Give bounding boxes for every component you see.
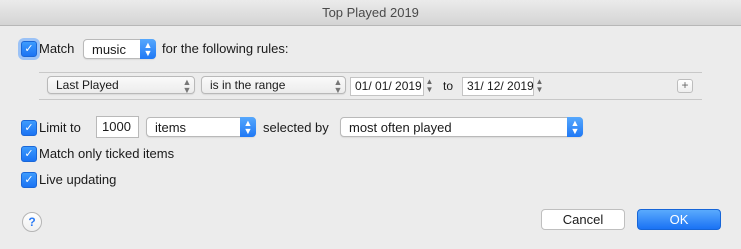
- checkmark-icon: ✓: [24, 122, 34, 134]
- window-title: Top Played 2019: [0, 0, 741, 26]
- question-icon: ?: [28, 215, 36, 229]
- to-date-stepper[interactable]: ▲ ▼: [535, 78, 544, 95]
- checkmark-icon: ✓: [24, 148, 34, 160]
- ok-button[interactable]: OK: [637, 209, 721, 230]
- live-updating-checkbox[interactable]: ✓: [21, 172, 37, 188]
- match-checkbox[interactable]: ✓: [21, 41, 37, 57]
- limit-unit-value: items: [155, 120, 187, 135]
- from-date-stepper[interactable]: ▲ ▼: [425, 78, 434, 95]
- plus-icon: +: [681, 78, 689, 92]
- selected-by-popup[interactable]: most often played ▲ ▼: [340, 117, 583, 137]
- match-ticked-checkbox[interactable]: ✓: [21, 146, 37, 162]
- updown-chevron-icon: ▲ ▼: [182, 77, 192, 95]
- updown-chevron-icon: ▲ ▼: [240, 117, 256, 137]
- checkmark-icon: ✓: [24, 43, 34, 55]
- limit-checkbox[interactable]: ✓: [21, 120, 37, 136]
- match-label: Match: [39, 41, 75, 56]
- match-ticked-label: Match only ticked items: [39, 146, 175, 161]
- rule-to-date-field[interactable]: 31/ 12/ 2019: [462, 77, 534, 96]
- checkmark-icon: ✓: [24, 174, 34, 186]
- limit-value-field[interactable]: 1000: [96, 116, 139, 138]
- help-button[interactable]: ?: [22, 212, 42, 232]
- limit-label: Limit to: [39, 120, 81, 135]
- limit-unit-popup[interactable]: items ▲ ▼: [146, 117, 256, 137]
- rule-field-value: Last Played: [56, 78, 119, 92]
- rule-field-popup[interactable]: Last Played ▲ ▼: [47, 76, 195, 95]
- selected-by-label: selected by: [263, 120, 329, 135]
- match-suffix-label: for the following rules:: [162, 41, 289, 56]
- updown-chevron-icon: ▲ ▼: [140, 39, 156, 59]
- match-mode-value: music: [92, 42, 126, 57]
- updown-chevron-icon: ▲ ▼: [333, 77, 343, 95]
- rule-operator-value: is in the range: [210, 78, 286, 92]
- match-mode-popup[interactable]: music ▲ ▼: [83, 39, 156, 59]
- add-rule-button[interactable]: +: [677, 79, 693, 93]
- rule-to-label: to: [443, 79, 454, 93]
- live-updating-label: Live updating: [39, 172, 117, 187]
- selected-by-value: most often played: [349, 120, 452, 135]
- cancel-button[interactable]: Cancel: [541, 209, 625, 230]
- rule-from-date-field[interactable]: 01/ 01/ 2019: [350, 77, 424, 96]
- rule-operator-popup[interactable]: is in the range ▲ ▼: [201, 76, 346, 95]
- updown-chevron-icon: ▲ ▼: [567, 117, 583, 137]
